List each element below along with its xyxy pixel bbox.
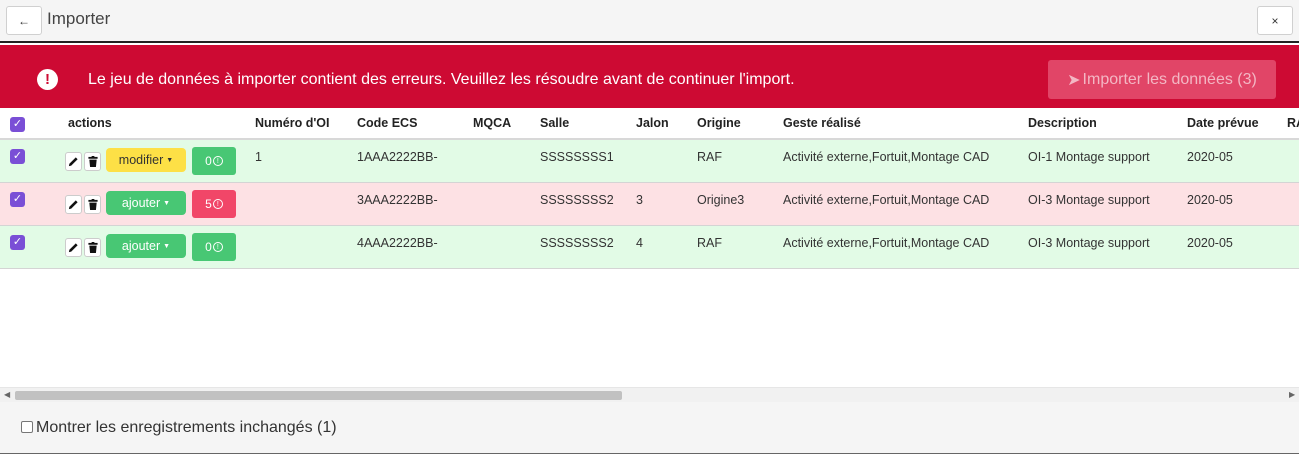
cell-geste-realise: Activité externe,Fortuit,Montage CAD (783, 236, 990, 250)
cell-description: OI-3 Montage support (1028, 193, 1150, 207)
footer: Montrer les enregistrements inchangés (1… (0, 402, 1299, 454)
pencil-icon (68, 157, 78, 167)
cell-date-prevue: 2020-05 (1187, 236, 1233, 250)
edit-button[interactable] (65, 238, 82, 257)
row-checkbox[interactable]: ✓ (10, 192, 25, 207)
cell-date-prevue: 2020-05 (1187, 150, 1233, 164)
table-row: ✓ ajouter ▼ 0! 4AAA2222BB- SSSSSSSS2 4 RA… (0, 226, 1299, 269)
issue-count-badge[interactable]: 0! (192, 147, 236, 175)
column-header-geste-realise[interactable]: Geste réalisé (783, 116, 861, 130)
arrow-left-icon: ← (18, 13, 30, 28)
horizontal-scrollbar[interactable]: ◀ ▶ (0, 387, 1299, 402)
cell-salle: SSSSSSSS1 (540, 150, 614, 164)
cell-description: OI-1 Montage support (1028, 150, 1150, 164)
issue-count: 5 (205, 197, 212, 211)
column-header-code-ecs[interactable]: Code ECS (357, 116, 417, 130)
cell-numero-oi: 1 (255, 150, 262, 164)
check-icon: ✓ (12, 150, 23, 162)
exclamation-icon: ! (37, 69, 58, 90)
cell-origine: RAF (697, 236, 722, 250)
column-header-description[interactable]: Description (1028, 116, 1097, 130)
cell-salle: SSSSSSSS2 (540, 193, 614, 207)
caret-down-icon: ▼ (166, 156, 174, 164)
action-label: ajouter (121, 239, 161, 253)
page-title: Importer (47, 9, 111, 28)
cell-origine: Origine3 (697, 193, 745, 207)
scrollbar-thumb[interactable] (15, 391, 622, 400)
edit-button[interactable] (65, 152, 82, 171)
scroll-right-icon[interactable]: ▶ (1289, 390, 1295, 399)
edit-button[interactable] (65, 195, 82, 214)
pencil-icon (68, 243, 78, 253)
cell-salle: SSSSSSSS2 (540, 236, 614, 250)
check-icon: ✓ (12, 118, 23, 130)
table-row: ✓ ajouter ▼ 5! 3AAA2222BB- SSSSSSSS2 3 Or… (0, 183, 1299, 226)
cell-code-ecs: 1AAA2222BB- (357, 150, 438, 164)
caret-down-icon: ▼ (163, 199, 171, 207)
issue-count: 0 (205, 240, 212, 254)
action-dropdown[interactable]: ajouter ▼ (106, 234, 186, 258)
issue-count: 0 (205, 154, 212, 168)
cell-jalon: 4 (636, 236, 643, 250)
show-unchanged-label[interactable]: Montrer les enregistrements inchangés (1… (36, 419, 337, 437)
check-icon: ✓ (12, 236, 23, 248)
close-icon: × (1271, 13, 1279, 28)
table-header: ✓ actions Numéro d'OI Code ECS MQCA Sall… (0, 108, 1299, 140)
cell-geste-realise: Activité externe,Fortuit,Montage CAD (783, 150, 990, 164)
error-message: Le jeu de données à importer contient de… (88, 71, 795, 88)
select-all-checkbox[interactable]: ✓ (10, 117, 25, 132)
delete-button[interactable] (84, 238, 101, 257)
caret-down-icon: ▼ (163, 242, 171, 250)
cell-code-ecs: 3AAA2222BB- (357, 193, 438, 207)
cell-geste-realise: Activité externe,Fortuit,Montage CAD (783, 193, 990, 207)
trash-icon (87, 242, 98, 253)
column-header-numero-oi[interactable]: Numéro d'OI (255, 116, 330, 130)
column-header-ra[interactable]: RA (1287, 116, 1299, 130)
cell-code-ecs: 4AAA2222BB- (357, 236, 438, 250)
column-header-salle[interactable]: Salle (540, 116, 569, 130)
scroll-left-icon[interactable]: ◀ (4, 390, 10, 399)
info-icon: ! (212, 242, 223, 252)
row-checkbox[interactable]: ✓ (10, 235, 25, 250)
import-data-label: Importer les données (3) (1082, 70, 1257, 88)
row-checkbox[interactable]: ✓ (10, 149, 25, 164)
info-icon: ! (212, 199, 223, 209)
delete-button[interactable] (84, 195, 101, 214)
trash-icon (87, 156, 98, 167)
back-button[interactable]: ← (6, 6, 42, 35)
import-data-button[interactable]: ➤ Importer les données (3) (1048, 60, 1276, 99)
table-row: ✓ modifier ▼ 0! 1 1AAA2222BB- SSSSSSSS1 R… (0, 140, 1299, 183)
check-icon: ✓ (12, 193, 23, 205)
action-dropdown[interactable]: ajouter ▼ (106, 191, 186, 215)
pencil-icon (68, 200, 78, 210)
title-bar: ← Importer × (0, 0, 1299, 43)
cell-origine: RAF (697, 150, 722, 164)
column-header-actions[interactable]: actions (68, 116, 112, 130)
cell-jalon: 3 (636, 193, 643, 207)
cell-description: OI-3 Montage support (1028, 236, 1150, 250)
column-header-date-prevue[interactable]: Date prévue (1187, 116, 1259, 130)
column-header-origine[interactable]: Origine (697, 116, 741, 130)
send-icon: ➤ (1067, 71, 1081, 89)
issue-count-badge[interactable]: 0! (192, 233, 236, 261)
column-header-mqca[interactable]: MQCA (473, 116, 511, 130)
column-header-jalon[interactable]: Jalon (636, 116, 669, 130)
action-label: ajouter (121, 196, 161, 210)
trash-icon (87, 199, 98, 210)
error-banner: ! Le jeu de données à importer contient … (0, 45, 1299, 108)
show-unchanged-checkbox[interactable] (21, 421, 33, 433)
action-label: modifier (118, 153, 164, 167)
close-button[interactable]: × (1257, 6, 1293, 35)
action-dropdown[interactable]: modifier ▼ (106, 148, 186, 172)
info-icon: ! (212, 156, 223, 166)
cell-date-prevue: 2020-05 (1187, 193, 1233, 207)
delete-button[interactable] (84, 152, 101, 171)
issue-count-badge[interactable]: 5! (192, 190, 236, 218)
